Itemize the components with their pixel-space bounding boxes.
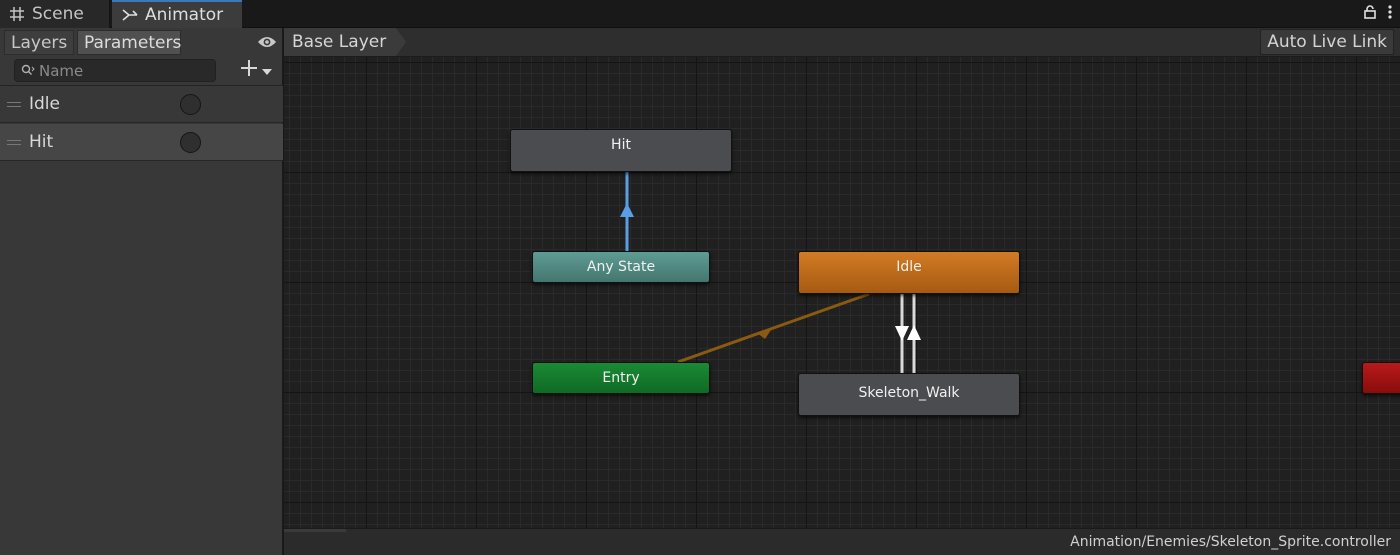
- state-entry[interactable]: Entry: [532, 362, 710, 394]
- transition-entry-to-idle[interactable]: [677, 292, 870, 364]
- tab-parameters[interactable]: Parameters: [77, 30, 181, 55]
- breadcrumb: Base Layer: [284, 28, 406, 56]
- window-tab-strip: Scene Animator: [0, 0, 1400, 28]
- tab-layers[interactable]: Layers: [4, 30, 74, 55]
- parameter-name[interactable]: Hit: [29, 132, 179, 152]
- parameter-row-idle[interactable]: Idle: [0, 86, 283, 123]
- animator-icon: [122, 7, 138, 23]
- horizontal-scrollbar[interactable]: [284, 529, 346, 532]
- state-machine-graph[interactable]: Hit Any State Idle Entry Skeleton_Walk: [284, 57, 1400, 528]
- add-parameter-button[interactable]: [240, 59, 280, 81]
- asset-path: Animation/Enemies/Skeleton_Sprite.contro…: [1070, 534, 1391, 550]
- transition-arrow: [895, 326, 909, 341]
- status-bar: Animation/Enemies/Skeleton_Sprite.contro…: [284, 528, 1400, 555]
- tab-animator[interactable]: Animator: [112, 0, 242, 28]
- parameter-search: [14, 59, 216, 82]
- state-any-state[interactable]: Any State: [532, 251, 710, 283]
- breadcrumb-base-layer[interactable]: Base Layer: [284, 28, 406, 56]
- chevron-down-icon: [262, 61, 272, 80]
- tab-animator-label: Animator: [145, 5, 224, 25]
- eye-icon[interactable]: [257, 34, 277, 53]
- grid-icon: [9, 6, 25, 22]
- lock-icon[interactable]: [1364, 4, 1376, 23]
- drag-handle-icon[interactable]: [7, 101, 21, 107]
- state-idle[interactable]: Idle: [798, 251, 1020, 294]
- more-options-icon[interactable]: [1388, 4, 1392, 23]
- tab-scene[interactable]: Scene: [0, 0, 110, 28]
- parameters-panel: Layers Parameters Idle Hit: [0, 28, 283, 555]
- search-icon: [21, 61, 35, 80]
- state-hit[interactable]: Hit: [510, 129, 732, 172]
- auto-live-link-button[interactable]: Auto Live Link: [1260, 29, 1394, 55]
- state-skeleton-walk[interactable]: Skeleton_Walk: [798, 373, 1020, 416]
- panel-tabs: Layers Parameters: [0, 28, 283, 56]
- trigger-toggle[interactable]: [180, 93, 201, 115]
- graph-toolbar: Base Layer Auto Live Link: [284, 28, 1400, 57]
- parameter-name[interactable]: Idle: [29, 94, 179, 114]
- transition-arrow: [620, 203, 634, 217]
- parameter-row-hit[interactable]: Hit: [0, 124, 283, 161]
- transition-arrow: [907, 325, 921, 340]
- plus-icon: [240, 59, 258, 81]
- tab-scene-label: Scene: [32, 4, 84, 24]
- transition-arrow: [757, 327, 773, 339]
- trigger-toggle[interactable]: [180, 131, 201, 153]
- drag-handle-icon[interactable]: [7, 139, 21, 145]
- search-input[interactable]: [39, 61, 209, 80]
- state-exit[interactable]: [1362, 362, 1400, 394]
